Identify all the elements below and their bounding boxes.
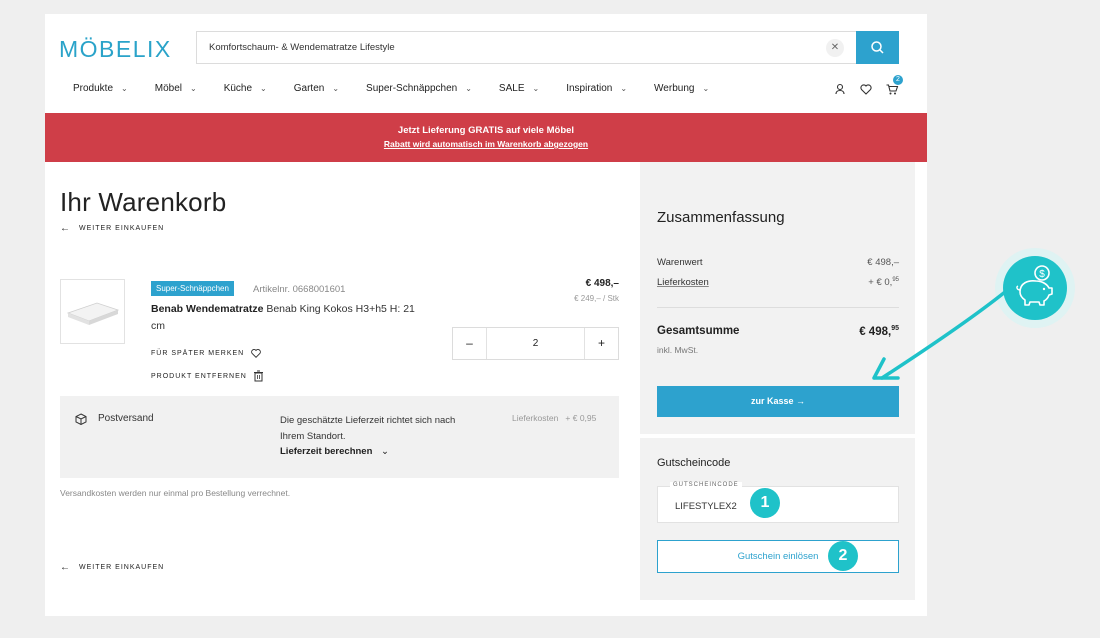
shipping-cost: Lieferkosten + € 0,95 <box>512 413 597 423</box>
continue-shopping-link-bottom[interactable]: ← WEITER EINKAUFEN <box>60 562 164 573</box>
voucher-code-value[interactable]: LIFESTYLEX2 <box>675 501 737 512</box>
step-marker-1: 1 <box>750 488 780 518</box>
product-name[interactable]: Benab Wendematratze Benab King Kokos H3+… <box>151 301 426 334</box>
redeem-voucher-button[interactable]: Gutschein einlösen 2 <box>657 540 899 573</box>
nav-item-inspiration[interactable]: Inspiration ⌄ <box>566 83 627 94</box>
search-icon <box>871 41 884 54</box>
heart-icon <box>251 349 262 358</box>
annotation-arrow <box>872 290 1007 380</box>
nav-item-produkte[interactable]: Produkte ⌄ <box>73 83 128 94</box>
banner-link[interactable]: Rabatt wird automatisch im Warenkorb abg… <box>45 139 927 149</box>
shipping-method: Postversand <box>98 413 154 424</box>
continue-shopping-link-top[interactable]: ← WEITER EINKAUFEN <box>60 223 164 234</box>
decrease-quantity-button[interactable]: – <box>453 328 486 359</box>
chevron-down-icon: ⌄ <box>260 84 267 93</box>
promo-banner: Jetzt Lieferung GRATIS auf viele Möbel R… <box>45 113 927 162</box>
chevron-down-icon: ⌄ <box>465 84 472 93</box>
search-bar[interactable]: Komfortschaum- & Wendematratze Lifestyle… <box>196 31 856 64</box>
nav-item-super-schnaeppchen[interactable]: Super-Schnäppchen ⌄ <box>366 83 472 94</box>
user-icon[interactable] <box>833 82 847 96</box>
arrow-left-icon: ← <box>60 562 71 573</box>
remove-product-button[interactable]: PRODUKT ENTFERNEN <box>151 370 264 382</box>
cart-count-badge: 2 <box>893 75 903 85</box>
nav-item-kueche[interactable]: Küche ⌄ <box>224 83 267 94</box>
voucher-code-field[interactable]: GUTSCHEINCODE LIFESTYLEX2 1 <box>657 482 899 523</box>
svg-text:$: $ <box>1039 269 1045 280</box>
shipping-box: Postversand Die geschätzte Lieferzeit ri… <box>60 396 619 478</box>
arrow-left-icon: ← <box>60 223 71 234</box>
nav-item-garten[interactable]: Garten ⌄ <box>294 83 339 94</box>
item-price: € 498,– <box>585 278 619 289</box>
shipping-description: Die geschätzte Lieferzeit richtet sich n… <box>280 415 456 442</box>
chevron-down-icon: ⌄ <box>702 84 710 93</box>
quantity-stepper: – 2 + <box>452 327 619 360</box>
save-for-later-button[interactable]: FÜR SPÄTER MERKEN <box>151 347 262 359</box>
search-input[interactable]: Komfortschaum- & Wendematratze Lifestyle <box>209 42 395 53</box>
close-icon[interactable]: ✕ <box>826 39 844 57</box>
header-icons: 2 <box>833 75 903 96</box>
banner-headline: Jetzt Lieferung GRATIS auf viele Möbel <box>397 125 575 136</box>
goods-value-row: Warenwert € 498,– <box>657 257 899 268</box>
package-icon <box>75 413 87 425</box>
unit-price: € 249,– / Stk <box>574 294 619 303</box>
tax-note: inkl. MwSt. <box>657 345 699 355</box>
page-title: Ihr Warenkorb <box>60 187 227 217</box>
checkout-button[interactable]: zur Kasse → <box>657 386 899 417</box>
trash-icon <box>253 370 263 382</box>
nav-item-moebel[interactable]: Möbel ⌄ <box>155 83 197 94</box>
article-number: Artikelnr. 0668001601 <box>253 284 346 295</box>
product-image[interactable] <box>60 279 125 344</box>
calculate-delivery-time-button[interactable]: Lieferzeit berechnen ⌄ <box>280 446 389 457</box>
logo[interactable]: MÖBELIX <box>59 36 172 63</box>
nav-item-sale[interactable]: SALE ⌄ <box>499 83 539 94</box>
summary-title: Zusammenfassung <box>657 209 785 226</box>
step-marker-2: 2 <box>828 541 858 571</box>
voucher-field-label: GUTSCHEINCODE <box>670 482 742 488</box>
quantity-input[interactable]: 2 <box>486 328 585 359</box>
chevron-down-icon: ⌄ <box>332 84 340 93</box>
voucher-section: Gutscheincode GUTSCHEINCODE LIFESTYLEX2 … <box>640 438 915 600</box>
nav-item-werbung[interactable]: Werbung ⌄ <box>654 83 709 94</box>
shipping-note: Versandkosten werden nur einmal pro Best… <box>60 488 291 498</box>
search-button[interactable] <box>856 31 899 64</box>
chevron-down-icon: ⌄ <box>189 84 197 93</box>
voucher-title: Gutscheincode <box>657 457 731 469</box>
chevron-down-icon: ⌄ <box>620 84 628 93</box>
deal-badge: Super-Schnäppchen <box>151 281 234 296</box>
cart-icon[interactable]: 2 <box>885 75 903 96</box>
chevron-down-icon: ⌄ <box>532 84 540 93</box>
main-nav: Produkte ⌄ Möbel ⌄ Küche ⌄ Garten ⌄ Super-Sc… <box>73 83 736 94</box>
heart-icon[interactable] <box>859 82 873 96</box>
chevron-down-icon: ⌄ <box>121 84 128 93</box>
chevron-down-icon: ⌄ <box>381 446 389 457</box>
increase-quantity-button[interactable]: + <box>585 328 618 359</box>
shop-page: MÖBELIX Komfortschaum- & Wendematratze L… <box>45 14 927 616</box>
piggy-bank-icon: $ <box>1003 256 1067 320</box>
